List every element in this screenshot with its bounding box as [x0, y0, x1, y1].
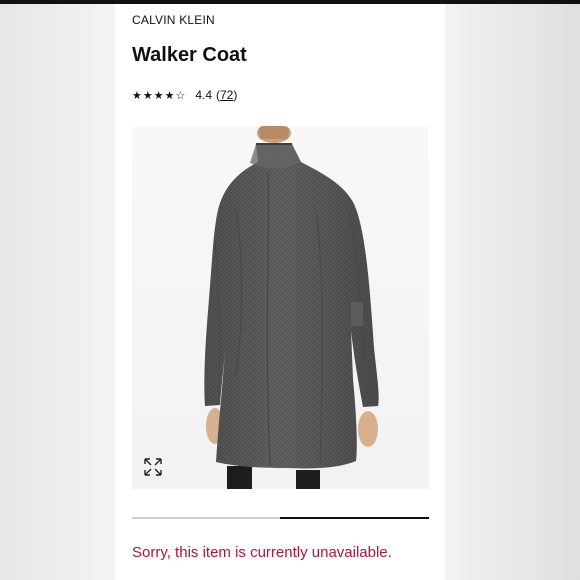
rating-row[interactable]: ★★★★☆ 4.4 ( 72 ): [132, 88, 237, 102]
product-image[interactable]: [132, 126, 429, 489]
brand-name[interactable]: CALVIN KLEIN: [132, 13, 215, 27]
product-card: CALVIN KLEIN Walker Coat ★★★★☆ 4.4 ( 72 …: [115, 4, 445, 580]
gallery-progress-indicator: [280, 517, 429, 519]
star-rating-icon: ★★★★☆: [132, 89, 187, 102]
left-background: [0, 0, 115, 580]
review-count-link[interactable]: ( 72 ): [216, 88, 237, 102]
review-count-close: ): [233, 88, 238, 102]
gallery-progress-track[interactable]: [132, 517, 429, 519]
review-count: 72: [220, 88, 234, 102]
product-title: Walker Coat: [132, 44, 247, 66]
right-background: [445, 0, 580, 580]
expand-arrows-icon: [144, 458, 162, 476]
rating-score: 4.4: [195, 88, 212, 102]
coat-illustration: [204, 126, 379, 489]
expand-icon[interactable]: [142, 456, 164, 478]
unavailable-message: Sorry, this item is currently unavailabl…: [132, 544, 392, 561]
